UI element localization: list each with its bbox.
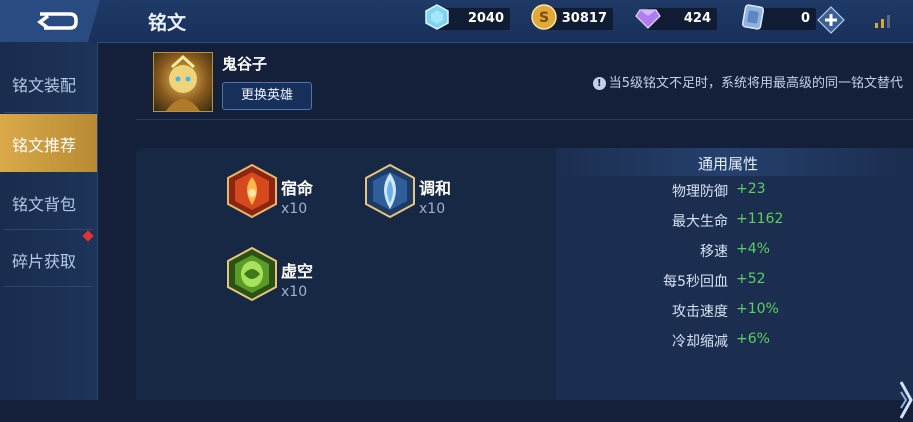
attribute-name: 攻击速度 (672, 304, 728, 320)
sidebar-item-label: 铭文背包 (12, 195, 77, 214)
back-arrow-icon (0, 0, 100, 42)
attribute-row: 攻击速度 +10% (556, 299, 900, 323)
attribute-name: 移速 (700, 244, 728, 260)
attribute-value: +23 (736, 181, 766, 197)
attribute-row: 冷却缩减 +6% (556, 329, 900, 353)
green-rune-icon (227, 246, 277, 302)
sidebar-item-label: 铭文装配 (12, 76, 77, 95)
attribute-row: 物理防御 +23 (556, 179, 900, 203)
sidebar: 铭文装配 铭文推荐 铭文背包 碎片获取 (0, 42, 98, 400)
info-icon: ! (592, 77, 606, 90)
expand-arrow-icon[interactable] (899, 378, 913, 422)
gold-count: 30817 (561, 11, 607, 26)
page-title: 铭文 (148, 12, 187, 34)
attribute-row: 最大生命 +1162 (556, 209, 900, 233)
notice-text: 当5级铭文不足时，系统将用最高级的同一铭文替代 (608, 76, 903, 91)
attribute-value: +1162 (736, 211, 784, 227)
rune-count: x10 (281, 201, 308, 217)
change-hero-button[interactable]: 更换英雄 (222, 82, 312, 110)
attribute-value: +10% (736, 301, 779, 317)
divider (4, 112, 93, 113)
card-voucher-icon (741, 4, 765, 30)
divider (136, 119, 913, 120)
rune-name: 虚空 (281, 262, 314, 281)
attribute-row: 每5秒回血 +52 (556, 269, 900, 293)
divider (4, 286, 93, 287)
sidebar-item-rune-recommend[interactable]: 铭文推荐 (0, 114, 97, 172)
notice-text-wrapper: ! 当5级铭文不足时，系统将用最高级的同一铭文替代 (592, 72, 903, 91)
attribute-value: +4% (736, 241, 770, 257)
attribute-panel: 通用属性 物理防御 +23 最大生命 +1162 移速 +4% 每5秒回血 +5… (556, 148, 913, 419)
attribute-row: 移速 +4% (556, 239, 900, 263)
attribute-value: +6% (736, 331, 770, 347)
rune-count: x10 (419, 201, 446, 217)
diamond-gem-icon (425, 4, 449, 30)
attribute-title: 通用属性 (697, 155, 758, 173)
sidebar-item-fragment-get[interactable]: 碎片获取 (0, 230, 97, 288)
attribute-value: +52 (736, 271, 766, 287)
hero-avatar[interactable] (153, 52, 213, 112)
back-button[interactable] (0, 0, 112, 42)
svg-text:S: S (539, 10, 549, 26)
crystal-currency[interactable]: 424 (635, 8, 717, 30)
gold-currency[interactable]: S 30817 (531, 4, 613, 30)
add-currency-icon[interactable] (817, 6, 845, 34)
signal-strength-icon (875, 15, 890, 28)
top-bar: 铭文 2040 S 30817 424 0 (0, 0, 913, 43)
hero-name: 鬼谷子 (222, 55, 268, 73)
voucher-count: 0 (800, 11, 810, 26)
diamond-currency[interactable]: 2040 (425, 4, 510, 30)
rune-name: 调和 (419, 179, 452, 198)
attribute-name: 最大生命 (672, 214, 728, 230)
sidebar-item-rune-bag[interactable]: 铭文背包 (0, 173, 97, 231)
attribute-name: 物理防御 (672, 184, 728, 200)
diamond-count: 2040 (467, 11, 504, 26)
crystal-count: 424 (683, 11, 711, 26)
red-rune-icon (227, 163, 277, 219)
rune-name: 宿命 (281, 179, 314, 198)
gold-coin-icon: S (531, 4, 557, 30)
sidebar-item-label: 铭文推荐 (12, 136, 77, 155)
sidebar-item-label: 碎片获取 (12, 252, 77, 271)
attribute-header: 通用属性 (556, 148, 900, 176)
attribute-name: 冷却缩减 (672, 334, 728, 350)
hero-portrait-icon (166, 54, 200, 111)
blue-rune-icon (365, 163, 415, 219)
sidebar-item-rune-equip[interactable]: 铭文装配 (0, 54, 97, 112)
voucher-currency[interactable]: 0 (741, 4, 816, 30)
rune-count: x10 (281, 284, 308, 300)
purple-crystal-icon (635, 9, 661, 29)
attribute-name: 每5秒回血 (663, 274, 728, 290)
